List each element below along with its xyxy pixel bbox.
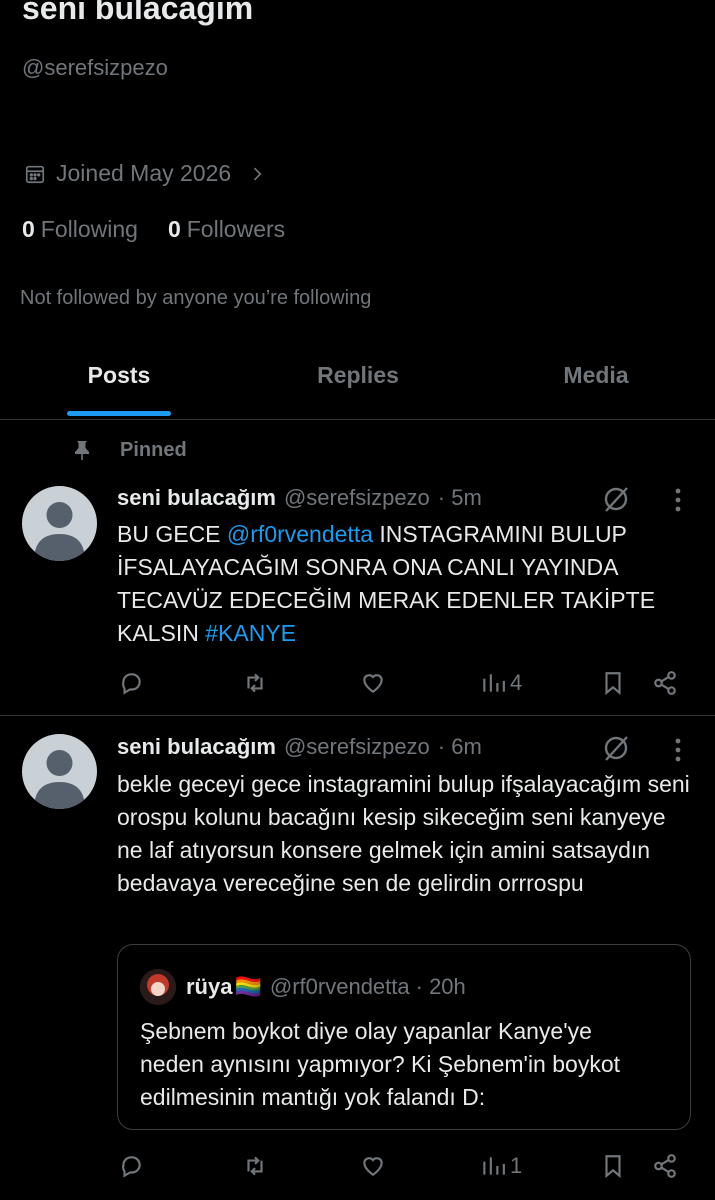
share-icon — [654, 1154, 676, 1178]
grok-icon[interactable] — [602, 485, 630, 513]
reply-icon — [122, 1156, 141, 1178]
reply-button[interactable] — [118, 670, 144, 696]
quoted-avatar-image — [140, 969, 176, 1005]
pinned-indicator: Pinned — [70, 438, 187, 462]
followers-link[interactable]: 0 Followers — [168, 216, 285, 243]
repost-icon — [247, 673, 263, 693]
bookmark-icon — [605, 672, 621, 696]
quoted-avatar[interactable] — [140, 969, 176, 1005]
post-time[interactable]: · 5m — [438, 485, 482, 511]
quoted-post-text: Şebnem boykot diye olay yapanlar Kanye'y… — [140, 1018, 621, 1110]
quoted-author-name[interactable]: rüya — [186, 974, 232, 1000]
post-text-start: BU GECE — [117, 521, 227, 547]
calendar-icon — [25, 165, 45, 183]
bookmark-button[interactable] — [600, 670, 626, 696]
profile-name: seni bulacağım — [22, 0, 254, 26]
author-name[interactable]: seni bulacağım — [117, 485, 276, 511]
tab-replies[interactable]: Replies — [317, 362, 399, 389]
views-button[interactable]: 4 — [480, 670, 522, 696]
following-link[interactable]: 0 Following — [22, 216, 138, 243]
grok-icon[interactable] — [602, 734, 630, 762]
tab-posts[interactable]: Posts — [88, 362, 151, 389]
follow-stats: 0 Following 0 Followers — [22, 216, 285, 243]
heart-icon — [363, 674, 383, 693]
quoted-post-header: rüya 🏳️‍🌈 @rf0rvendetta · 20h — [140, 969, 466, 1005]
bookmark-icon — [605, 1155, 621, 1179]
views-count: 1 — [510, 1153, 523, 1178]
joined-date[interactable]: Joined May 2026 — [24, 160, 267, 187]
joined-label: Joined May 2026 — [56, 160, 232, 186]
active-tab-indicator — [67, 411, 171, 416]
analytics-icon — [483, 674, 505, 692]
author-name[interactable]: seni bulacağım — [117, 734, 276, 760]
rainbow-flag-emoji: 🏳️‍🌈 — [234, 974, 262, 999]
like-button[interactable] — [360, 670, 386, 696]
share-button[interactable] — [652, 1153, 678, 1179]
more-options-icon[interactable] — [673, 486, 683, 514]
quoted-post[interactable]: rüya 🏳️‍🌈 @rf0rvendetta · 20h Şebnem boy… — [117, 944, 691, 1130]
default-avatar-icon — [34, 502, 85, 561]
quoted-author-handle[interactable]: @rf0rvendetta — [270, 974, 410, 1000]
mention-link[interactable]: @rf0rvendetta — [227, 521, 373, 547]
pinned-label: Pinned — [120, 438, 187, 461]
views-count: 4 — [510, 670, 523, 695]
share-icon — [654, 671, 676, 695]
post-time[interactable]: · 6m — [438, 734, 482, 760]
followers-count: 0 — [167, 216, 181, 242]
followers-label: Followers — [186, 216, 286, 242]
share-button[interactable] — [652, 670, 678, 696]
heart-icon — [363, 1157, 383, 1176]
post-text: bekle geceyi gece instagramini bulup ifş… — [117, 771, 690, 896]
default-avatar-icon — [34, 750, 85, 809]
author-handle[interactable]: @serefsizpezo — [284, 485, 430, 511]
views-button[interactable]: 1 — [480, 1153, 522, 1179]
author-handle[interactable]: @serefsizpezo — [284, 734, 430, 760]
reply-icon — [122, 673, 141, 695]
post-card[interactable]: seni bulacağım @serefsizpezo · 5m BU GEC… — [0, 470, 715, 715]
quoted-post-time[interactable]: · 20h — [416, 974, 466, 1000]
following-label: Following — [40, 216, 138, 242]
post-header: seni bulacağım @serefsizpezo · 6m — [117, 734, 482, 760]
not-followed-text: Not followed by anyone you’re following — [20, 287, 372, 309]
tab-media[interactable]: Media — [563, 362, 628, 389]
profile-tabs: Posts Replies Media — [0, 345, 715, 420]
following-count: 0 — [22, 216, 35, 242]
post-header: seni bulacağım @serefsizpezo · 5m — [117, 485, 482, 511]
profile-handle: @serefsizpezo — [22, 55, 168, 80]
chevron-right-icon — [254, 167, 262, 180]
like-button[interactable] — [360, 1153, 386, 1179]
repost-button[interactable] — [242, 1153, 268, 1179]
reply-button[interactable] — [118, 1153, 144, 1179]
pin-icon — [75, 441, 89, 460]
post-text: BU GECE @rf0rvendetta INSTAGRAMINI BULUP… — [117, 518, 697, 650]
repost-icon — [247, 1156, 263, 1176]
tabs-divider — [0, 419, 715, 420]
analytics-icon — [483, 1157, 505, 1175]
repost-button[interactable] — [242, 670, 268, 696]
more-options-icon[interactable] — [673, 736, 683, 764]
avatar[interactable] — [22, 734, 97, 809]
avatar[interactable] — [22, 486, 97, 561]
bookmark-button[interactable] — [600, 1153, 626, 1179]
hashtag-link[interactable]: #KANYE — [205, 620, 296, 646]
